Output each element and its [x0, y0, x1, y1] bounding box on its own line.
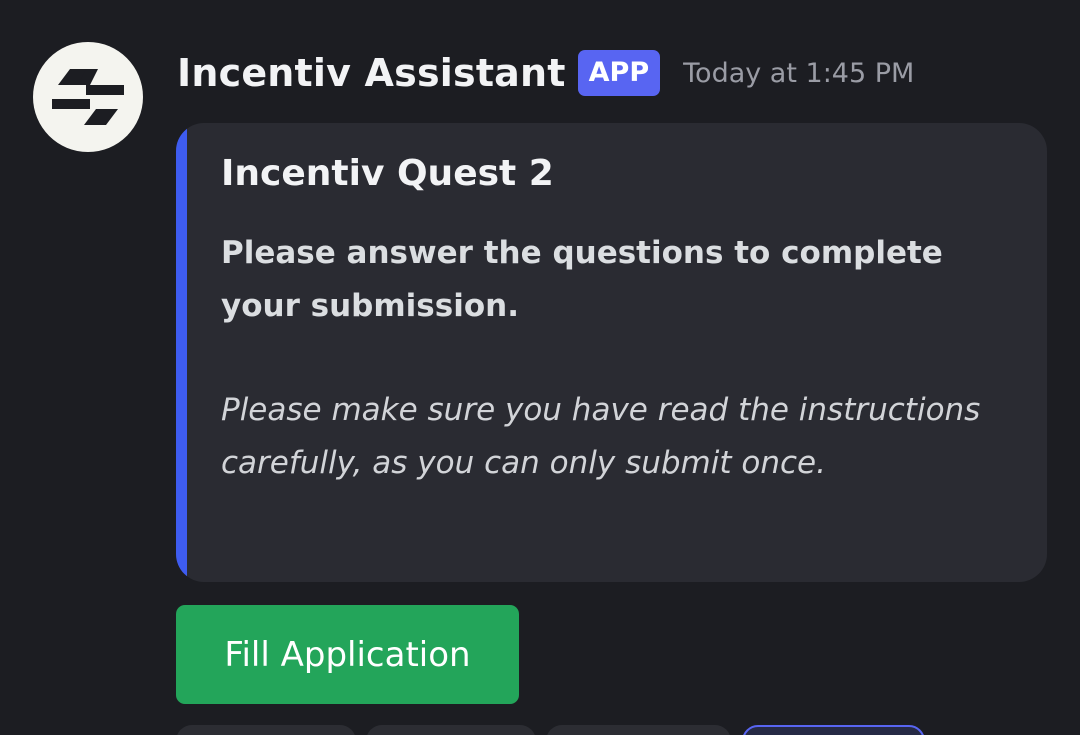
message-view: Incentiv Assistant APP Today at 1:45 PM … [0, 0, 1080, 735]
fill-application-button[interactable]: Fill Application [176, 605, 519, 704]
author-name[interactable]: Incentiv Assistant [177, 51, 566, 95]
embed-accent-bar [176, 123, 187, 582]
timestamp: Today at 1:45 PM [683, 57, 915, 89]
reaction-button[interactable] [742, 725, 925, 735]
embed-note: Please make sure you have read the instr… [221, 392, 981, 481]
incentiv-logo-icon [52, 69, 124, 125]
reaction-button[interactable] [546, 725, 731, 735]
embed-title: Incentiv Quest 2 [221, 153, 554, 194]
embed-description: Please answer the questions to complete … [221, 235, 943, 324]
reaction-button[interactable] [366, 725, 536, 735]
reaction-button[interactable] [176, 725, 356, 735]
message-header: Incentiv Assistant APP Today at 1:45 PM [177, 46, 914, 100]
avatar[interactable] [33, 42, 143, 152]
app-badge: APP [577, 50, 661, 96]
embed-card: Incentiv Quest 2 Please answer the quest… [176, 123, 1047, 582]
